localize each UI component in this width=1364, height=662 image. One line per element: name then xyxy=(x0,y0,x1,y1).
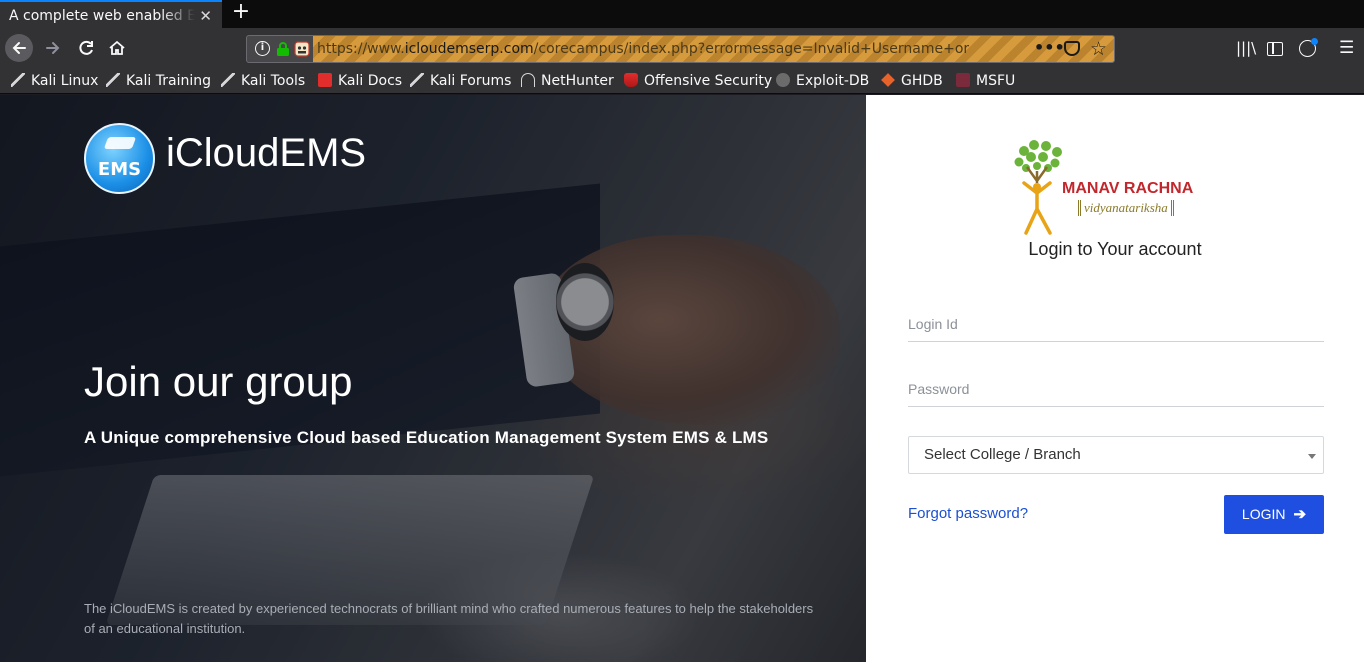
chevron-down-icon xyxy=(1308,454,1316,459)
kali-dragon-icon xyxy=(410,73,424,87)
bookmark-label: MSFU xyxy=(976,73,1016,89)
bookmark-star-icon[interactable]: ☆ xyxy=(1090,37,1107,61)
library-icon[interactable]: |||\ xyxy=(1236,38,1256,58)
url-prefix: https://www. xyxy=(317,41,405,57)
url-text[interactable]: https://www.icloudemserp.com/corecampus/… xyxy=(317,36,969,62)
bookmark-ghdb[interactable]: GHDB xyxy=(881,71,943,91)
kali-dragon-icon xyxy=(221,73,235,87)
tab-strip: A complete web enabled Education ✕ + xyxy=(0,0,1364,28)
bookmark-offensive-security[interactable]: Offensive Security xyxy=(624,71,772,91)
site-info-icon[interactable]: i xyxy=(255,41,270,56)
login-heading: Login to Your account xyxy=(1028,239,1202,259)
sidebar-icon[interactable] xyxy=(1267,42,1283,56)
bookmark-label: Kali Tools xyxy=(241,73,306,89)
home-icon xyxy=(109,40,125,55)
icloudems-logo: EMS xyxy=(84,123,155,194)
tab-title: A complete web enabled Education xyxy=(9,8,195,24)
login-id-input[interactable] xyxy=(908,306,1324,342)
back-button[interactable] xyxy=(5,34,33,62)
brand-name: iCloudEMS xyxy=(166,131,367,175)
manav-rachna-logo: MANAV RACHNA vidyanatariksha xyxy=(1010,137,1222,237)
msfu-icon xyxy=(956,73,970,87)
bookmark-kali-docs[interactable]: Kali Docs xyxy=(318,71,402,91)
nethunter-icon xyxy=(521,73,535,87)
back-arrow-icon xyxy=(12,42,26,54)
reload-button[interactable] xyxy=(72,34,100,62)
new-tab-button[interactable]: + xyxy=(230,1,252,25)
bookmark-kali-linux[interactable]: Kali Linux xyxy=(11,71,98,91)
bookmark-nethunter[interactable]: NetHunter xyxy=(521,71,614,91)
bookmark-label: Exploit-DB xyxy=(796,73,870,89)
hamburger-menu-icon[interactable]: ☰ xyxy=(1339,38,1354,58)
lock-icon[interactable] xyxy=(276,41,290,57)
hero-subtitle: A Unique comprehensive Cloud based Educa… xyxy=(84,428,769,447)
org-tagline: vidyanatariksha xyxy=(1078,200,1174,216)
bookmark-kali-tools[interactable]: Kali Tools xyxy=(221,71,305,91)
bookmark-exploit-db[interactable]: Exploit-DB xyxy=(776,71,869,91)
login-button[interactable]: LOGIN ➔ xyxy=(1224,495,1324,534)
navigation-toolbar: i https://www.icloudemserp.com/corecampu… xyxy=(0,28,1364,68)
hero-title: Join our group xyxy=(84,358,353,405)
college-branch-select[interactable]: Select College / Branch xyxy=(908,436,1324,474)
bookmark-label: GHDB xyxy=(901,73,943,89)
url-path: /corecampus/index.php?errormessage=Inval… xyxy=(533,41,969,57)
bookmark-msfu[interactable]: MSFU xyxy=(956,71,1015,91)
bookmark-label: Kali Linux xyxy=(31,73,99,89)
address-bar[interactable]: i https://www.icloudemserp.com/corecampu… xyxy=(246,35,1115,63)
bookmarks-toolbar: Kali Linux Kali Training Kali Tools Kali… xyxy=(0,68,1364,94)
kali-docs-icon xyxy=(318,73,332,87)
forward-button[interactable] xyxy=(39,34,67,62)
kali-dragon-icon xyxy=(106,73,120,87)
home-button[interactable] xyxy=(103,34,131,62)
login-panel: MANAV RACHNA vidyanatariksha Login to Yo… xyxy=(866,95,1364,662)
bookmark-label: Offensive Security xyxy=(644,73,773,89)
close-tab-icon[interactable]: ✕ xyxy=(199,2,212,28)
url-domain: icloudemserp.com xyxy=(404,41,534,57)
sign-in-icon: ➔ xyxy=(1293,506,1307,523)
logo-text: EMS xyxy=(97,159,142,180)
select-value: Select College / Branch xyxy=(924,446,1081,463)
account-icon[interactable] xyxy=(1299,38,1318,57)
bookmark-label: Kali Forums xyxy=(430,73,512,89)
active-tab[interactable]: A complete web enabled Education ✕ xyxy=(0,0,222,28)
bookmark-kali-training[interactable]: Kali Training xyxy=(106,71,211,91)
bookmark-kali-forums[interactable]: Kali Forums xyxy=(410,71,511,91)
graduation-cap-icon xyxy=(103,137,137,149)
password-input[interactable] xyxy=(908,371,1324,407)
forward-arrow-icon xyxy=(46,42,60,54)
page-actions-icon[interactable]: ••• xyxy=(1034,36,1065,60)
ghdb-icon xyxy=(881,73,895,87)
login-button-label: LOGIN xyxy=(1241,506,1286,522)
hero-footer-text: The iCloudEMS is created by experienced … xyxy=(84,601,814,636)
bookmark-label: Kali Training xyxy=(126,73,211,89)
offsec-icon xyxy=(624,73,638,87)
kali-dragon-icon xyxy=(11,73,25,87)
forgot-password-link[interactable]: Forgot password? xyxy=(908,505,1028,522)
web-page: EMS iCloudEMS Join our group A Unique co… xyxy=(0,95,1364,662)
bookmark-label: Kali Docs xyxy=(338,73,403,89)
hero-panel: EMS iCloudEMS Join our group A Unique co… xyxy=(0,95,866,662)
exploit-db-icon xyxy=(776,73,790,87)
org-name: MANAV RACHNA xyxy=(1062,180,1194,197)
permissions-icon[interactable] xyxy=(294,40,310,58)
reload-icon xyxy=(79,40,93,55)
bookmark-label: NetHunter xyxy=(541,73,614,89)
